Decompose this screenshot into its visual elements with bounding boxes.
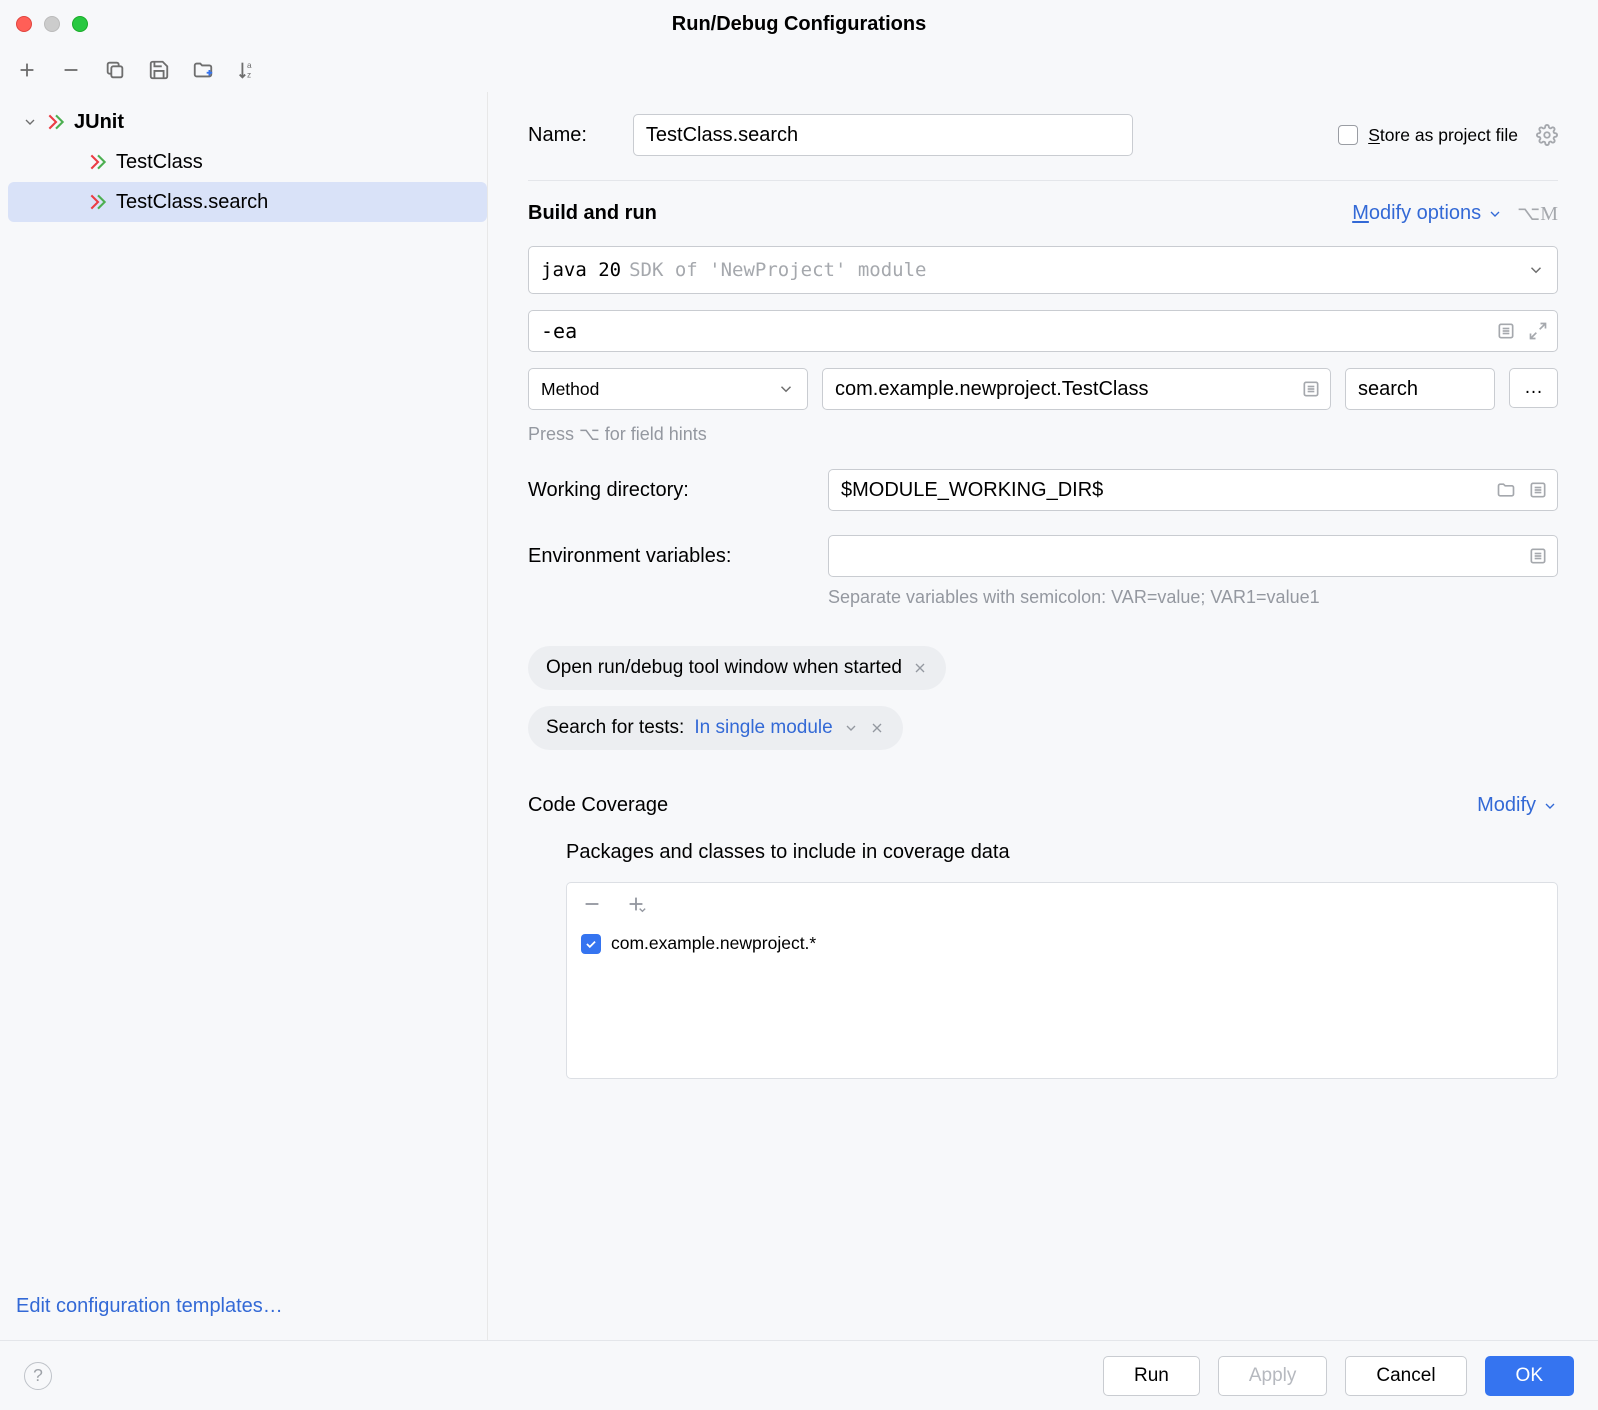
coverage-title: Code Coverage — [528, 794, 668, 817]
tree-node-junit[interactable]: JUnit — [8, 102, 487, 142]
tree-node-label: TestClass — [116, 151, 203, 174]
window-title: Run/Debug Configurations — [0, 13, 1598, 36]
store-project-checkbox[interactable] — [1338, 125, 1358, 145]
coverage-list: com.example.newproject.* — [566, 882, 1558, 1079]
add-icon[interactable] — [16, 59, 38, 81]
close-icon[interactable] — [912, 660, 928, 676]
test-kind-value: Method — [541, 379, 599, 400]
edit-templates-link[interactable]: Edit configuration templates… — [16, 1295, 283, 1317]
name-input[interactable] — [633, 114, 1133, 156]
sdk-value: java 20 — [541, 259, 621, 281]
method-input[interactable] — [1345, 368, 1495, 410]
coverage-item-label: com.example.newproject.* — [611, 933, 816, 954]
sdk-hint: SDK of 'NewProject' module — [629, 259, 926, 281]
main-panel: Name: SStore as project filetore as proj… — [488, 92, 1598, 1340]
coverage-item-checkbox[interactable] — [581, 934, 601, 954]
coverage-item[interactable]: com.example.newproject.* — [567, 925, 1557, 968]
expand-diagonal-icon[interactable] — [1528, 321, 1548, 341]
chevron-down-icon[interactable] — [843, 720, 859, 736]
modify-options-link[interactable]: Modify options — [1352, 202, 1503, 225]
save-icon[interactable] — [148, 59, 170, 81]
store-project-label: SStore as project filetore as project fi… — [1368, 125, 1518, 146]
bottom-bar: ? Run Apply Cancel OK — [0, 1340, 1598, 1410]
env-vars-hint: Separate variables with semicolon: VAR=v… — [828, 587, 1558, 608]
tree-node-testclass[interactable]: TestClass — [8, 142, 487, 182]
folder-add-icon[interactable] — [192, 59, 214, 81]
remove-icon[interactable] — [60, 59, 82, 81]
gear-icon[interactable] — [1536, 124, 1558, 146]
class-input[interactable] — [822, 368, 1331, 410]
ok-button[interactable]: OK — [1485, 1356, 1574, 1396]
config-tree: JUnit TestClass TestClass.search — [0, 102, 487, 1283]
list-icon[interactable] — [1301, 379, 1321, 399]
apply-button[interactable]: Apply — [1218, 1356, 1328, 1396]
modify-options-shortcut: ⌥M — [1517, 201, 1558, 226]
test-kind-select[interactable]: Method — [528, 368, 808, 410]
env-vars-input[interactable] — [828, 535, 1558, 577]
svg-text:z: z — [247, 70, 251, 79]
chip-search-tests[interactable]: Search for tests: In single module — [528, 706, 903, 750]
env-vars-label: Environment variables: — [528, 545, 828, 568]
junit-icon — [46, 112, 66, 132]
chevron-down-icon — [777, 380, 795, 398]
chip-open-tool-window[interactable]: Open run/debug tool window when started — [528, 646, 946, 690]
copy-icon[interactable] — [104, 59, 126, 81]
chevron-down-icon — [1527, 261, 1545, 279]
close-icon[interactable] — [869, 720, 885, 736]
tree-node-label: TestClass.search — [116, 191, 268, 214]
chip-value: In single module — [694, 717, 832, 739]
chip-label: Open run/debug tool window when started — [546, 657, 902, 679]
vm-options-input[interactable] — [528, 310, 1558, 352]
add-icon[interactable] — [625, 893, 647, 915]
junit-icon — [88, 152, 108, 172]
sdk-select[interactable]: java 20 SDK of 'NewProject' module — [528, 246, 1558, 294]
working-dir-label: Working directory: — [528, 479, 828, 502]
list-icon[interactable] — [1528, 480, 1548, 500]
chip-label: Search for tests: — [546, 717, 684, 739]
chevron-down-icon — [22, 114, 38, 130]
sidebar: JUnit TestClass TestClass.search Edit co… — [0, 92, 488, 1340]
help-icon[interactable]: ? — [24, 1362, 52, 1390]
list-icon[interactable] — [1528, 546, 1548, 566]
coverage-modify-link[interactable]: Modify — [1477, 794, 1558, 817]
name-label: Name: — [528, 124, 587, 147]
config-toolbar: az — [0, 48, 1598, 92]
coverage-subtitle: Packages and classes to include in cover… — [528, 841, 1558, 864]
build-run-section-title: Build and run — [528, 202, 657, 225]
expand-list-icon[interactable] — [1496, 321, 1516, 341]
remove-icon[interactable] — [581, 893, 603, 915]
sort-icon[interactable]: az — [236, 59, 258, 81]
titlebar: Run/Debug Configurations — [0, 0, 1598, 48]
folder-icon[interactable] — [1496, 480, 1516, 500]
svg-text:a: a — [247, 61, 252, 70]
browse-method-button[interactable]: … — [1509, 368, 1558, 408]
run-button[interactable]: Run — [1103, 1356, 1200, 1396]
tree-node-testclass-search[interactable]: TestClass.search — [8, 182, 487, 222]
field-hint: Press ⌥ for field hints — [528, 424, 1558, 445]
working-dir-input[interactable] — [828, 469, 1558, 511]
cancel-button[interactable]: Cancel — [1345, 1356, 1466, 1396]
tree-node-label: JUnit — [74, 111, 124, 134]
junit-icon — [88, 192, 108, 212]
